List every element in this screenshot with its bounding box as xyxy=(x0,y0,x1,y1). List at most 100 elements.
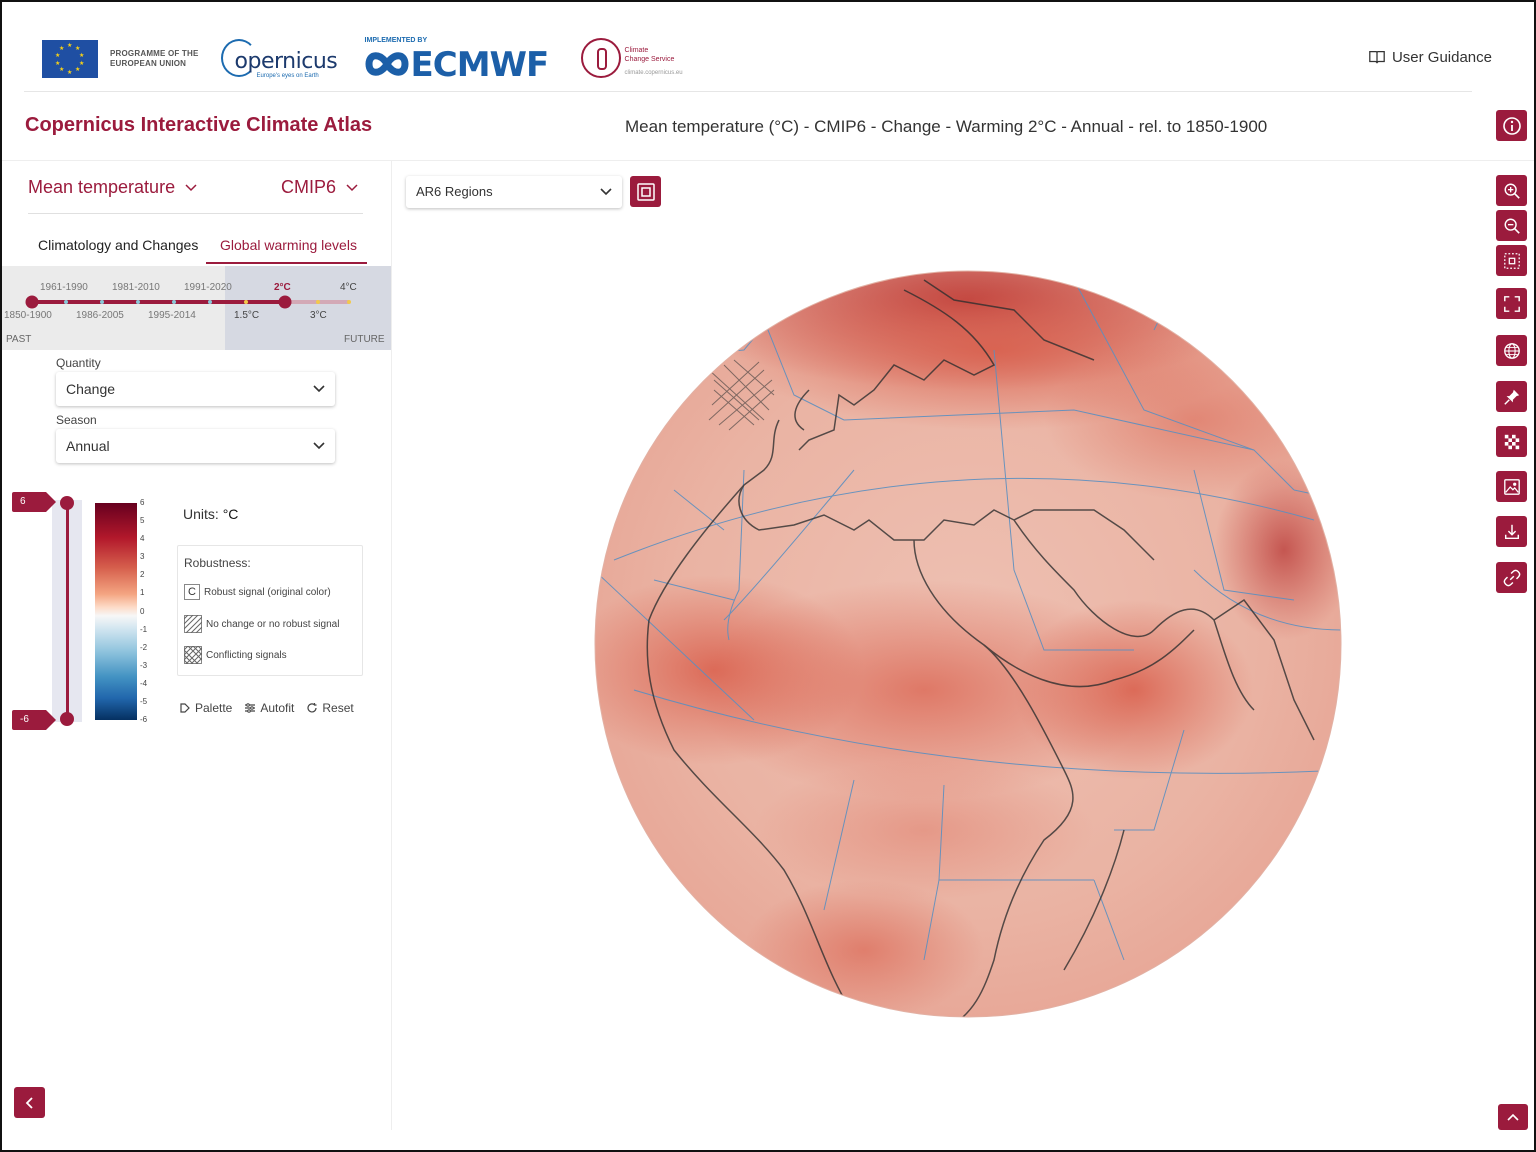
zoom-out-button[interactable] xyxy=(1496,210,1527,241)
share-link-button[interactable] xyxy=(1496,562,1527,593)
globe-map[interactable] xyxy=(594,270,1342,1018)
ecmwf-logo: IMPLEMENTED BY ECMWF xyxy=(364,37,550,85)
eu-flag-logo: ★ ★ ★ ★ ★ ★ ★ ★ ★ ★ xyxy=(42,40,98,78)
colorbar-tick-label: 1 xyxy=(140,588,145,598)
chevron-down-icon xyxy=(346,183,358,191)
map-title: Mean temperature (°C) - CMIP6 - Change -… xyxy=(625,117,1268,136)
dataset-select[interactable]: CMIP6 xyxy=(281,177,358,198)
quantity-select[interactable]: Change xyxy=(56,372,335,406)
colorbar-tick-label: 3 xyxy=(140,552,145,562)
timeline-future-label: FUTURE xyxy=(344,334,385,345)
region-selection-button[interactable] xyxy=(630,176,661,207)
no-robust-signal-item: No change or no robust signal xyxy=(184,615,339,633)
robustness-toggle-button[interactable] xyxy=(1496,426,1527,457)
zoom-extent-icon xyxy=(1503,252,1520,269)
timeline-label[interactable]: 1981-2010 xyxy=(112,282,160,293)
regions-select[interactable]: AR6 Regions xyxy=(406,176,622,208)
colorbar-tick-label: 0 xyxy=(140,606,145,616)
user-guidance-label: User Guidance xyxy=(1391,48,1492,66)
book-icon xyxy=(1369,50,1385,64)
fullscreen-icon xyxy=(1503,295,1520,312)
timeline-past-label: PAST xyxy=(6,334,32,345)
selector-divider xyxy=(28,213,363,214)
legend-range-slider[interactable] xyxy=(52,496,82,726)
robust-signal-item: C Robust signal (original color) xyxy=(184,584,331,600)
header-divider xyxy=(24,91,1472,92)
zoom-out-icon xyxy=(1504,218,1520,234)
colorbar-tick-label: -4 xyxy=(140,678,148,688)
chevron-down-icon xyxy=(600,188,612,196)
quantity-value: Change xyxy=(66,381,116,397)
dataset-value: CMIP6 xyxy=(281,177,337,197)
colorbar-tick-label: 4 xyxy=(140,534,145,544)
download-button[interactable] xyxy=(1496,516,1527,547)
globe-projection-button[interactable] xyxy=(1496,335,1527,366)
zoom-extent-button[interactable] xyxy=(1496,245,1527,276)
zoom-in-button[interactable] xyxy=(1496,175,1527,206)
timeline-label[interactable]: 1961-1990 xyxy=(40,282,88,293)
colorbar-tick-label: -1 xyxy=(140,624,148,634)
timeline-label[interactable]: 3°C xyxy=(310,310,327,321)
units-value: °C xyxy=(222,506,239,522)
variable-select[interactable]: Mean temperature xyxy=(28,177,197,198)
user-guidance-link[interactable]: User Guidance xyxy=(1368,48,1492,66)
active-tab-indicator xyxy=(206,262,367,264)
fullscreen-button[interactable] xyxy=(1496,288,1527,319)
colorbar-tick-label: -2 xyxy=(140,642,148,652)
regions-value: AR6 Regions xyxy=(416,184,493,199)
export-image-button[interactable] xyxy=(1496,471,1527,502)
timeline-start-handle[interactable] xyxy=(25,295,39,309)
chevron-down-icon xyxy=(313,442,325,450)
timeline-label[interactable]: 4°C xyxy=(340,282,357,293)
robust-signal-icon: C xyxy=(184,584,200,600)
reset-button[interactable]: Reset xyxy=(306,701,354,715)
variable-value: Mean temperature xyxy=(28,177,176,197)
pin-icon xyxy=(1503,389,1519,405)
eu-programme-text: PROGRAMME OF THE EUROPEAN UNION xyxy=(110,49,199,68)
download-icon xyxy=(1504,524,1519,539)
palette-button[interactable]: Palette xyxy=(179,701,232,715)
scroll-top-button[interactable] xyxy=(1498,1104,1528,1130)
timeline-label-selected[interactable]: 2°C xyxy=(274,282,291,293)
pin-button[interactable] xyxy=(1496,381,1527,412)
legend-actions: Palette Autofit Reset xyxy=(179,701,354,715)
season-label: Season xyxy=(56,413,97,427)
legend-max-handle[interactable] xyxy=(60,496,74,510)
c3s-logo: Climate Change Service climate.copernicus… xyxy=(580,34,701,84)
link-icon xyxy=(1503,569,1520,586)
collapse-panel-button[interactable] xyxy=(14,1087,45,1118)
period-timeline[interactable]: 1961-1990 1981-2010 1991-2020 2°C 4°C 18… xyxy=(2,266,391,350)
timeline-label[interactable]: 1991-2020 xyxy=(184,282,232,293)
colorbar-tick-label: -6 xyxy=(140,715,148,724)
colorbar-tick-label: 6 xyxy=(140,498,145,507)
tab-global-warming-levels[interactable]: Global warming levels xyxy=(220,237,357,253)
legend-min-flag[interactable]: -6 xyxy=(12,710,56,730)
sliders-icon xyxy=(245,703,256,713)
timeline-label[interactable]: 1995-2014 xyxy=(148,310,196,321)
legend-max-flag[interactable]: 6 xyxy=(12,492,56,512)
hatch-icon xyxy=(184,615,202,633)
timeline-label[interactable]: 1986-2005 xyxy=(76,310,124,321)
globe-icon xyxy=(1503,342,1520,359)
robustness-legend: Robustness: C Robust signal (original co… xyxy=(177,545,363,676)
chevron-left-icon xyxy=(25,1096,33,1109)
chevron-down-icon xyxy=(313,385,325,393)
timeline-label[interactable]: 1850-1900 xyxy=(4,310,52,321)
legend-colorbar xyxy=(95,503,137,720)
app-title: Copernicus Interactive Climate Atlas xyxy=(25,114,373,136)
info-button[interactable] xyxy=(1496,110,1527,141)
zoom-in-icon xyxy=(1504,183,1520,199)
timeline-slider[interactable] xyxy=(2,266,391,350)
crosshatch-icon xyxy=(184,646,202,664)
autofit-button[interactable]: Autofit xyxy=(244,701,294,715)
region-select-icon xyxy=(636,182,655,201)
conflicting-signals-item: Conflicting signals xyxy=(184,646,287,664)
legend-min-handle[interactable] xyxy=(60,712,74,726)
units-label: Units: °C xyxy=(183,506,239,522)
image-icon xyxy=(1503,478,1520,495)
robustness-pattern-icon xyxy=(1504,434,1519,449)
timeline-end-handle[interactable] xyxy=(278,295,292,309)
season-select[interactable]: Annual xyxy=(56,429,335,463)
tab-climatology-changes[interactable]: Climatology and Changes xyxy=(38,237,198,253)
timeline-label[interactable]: 1.5°C xyxy=(234,310,259,321)
